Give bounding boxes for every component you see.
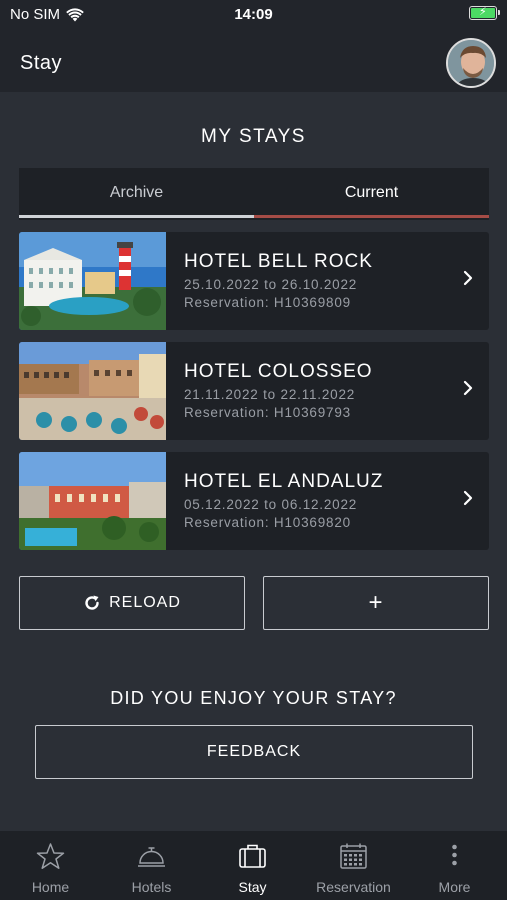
tabbar-item-more[interactable]: More [404, 831, 505, 900]
more-icon [452, 844, 457, 866]
user-avatar[interactable] [446, 38, 496, 88]
reload-label: RELOAD [109, 594, 181, 611]
tabbar-item-home[interactable]: Home [0, 831, 101, 900]
feedback-button[interactable]: FEEDBACK [35, 725, 473, 779]
tabbar-item-stay[interactable]: Stay [202, 831, 303, 900]
hotel-name: HOTEL BELL ROCK [184, 251, 373, 272]
hotel-el-andaluz-image [19, 452, 166, 550]
chevron-right-icon [463, 490, 473, 506]
tabbar-label: More [438, 879, 471, 895]
hotel-reservation: Reservation: H10369793 [184, 405, 351, 420]
tab-archive[interactable]: Archive [19, 168, 254, 218]
section-title: MY STAYS [201, 126, 306, 147]
hotel-card-el-andaluz[interactable]: HOTEL EL ANDALUZ 05.12.2022 to 06.12.202… [19, 452, 489, 550]
tabbar-label: Home [31, 879, 70, 895]
status-time: 14:09 [234, 6, 273, 23]
hotel-name: HOTEL COLOSSEO [184, 361, 373, 382]
tabbar-label: Reservation [316, 879, 391, 895]
hotel-name: HOTEL EL ANDALUZ [184, 471, 384, 492]
hotel-dates: 25.10.2022 to 26.10.2022 [184, 277, 358, 292]
app-header: Stay [0, 34, 507, 92]
tabbar-item-hotels[interactable]: Hotels [101, 831, 202, 900]
status-bar: No SIM 14:09 ⚡ [0, 0, 507, 34]
hotel-reservation: Reservation: H10369820 [184, 515, 351, 530]
suitcase-icon [239, 844, 266, 868]
battery-charging-icon: ⚡ [469, 6, 500, 20]
bell-icon [138, 847, 165, 867]
add-label: + [368, 589, 384, 616]
chevron-right-icon [463, 270, 473, 286]
hotel-colosseo-image [19, 342, 166, 440]
tab-archive-underline [19, 215, 254, 218]
add-stay-button[interactable]: + [263, 576, 489, 630]
hotel-dates: 05.12.2022 to 06.12.2022 [184, 497, 358, 512]
calendar-icon [340, 843, 367, 869]
bottom-tab-bar: Home Hotels Stay Reservation More [0, 831, 507, 900]
reload-icon [85, 595, 99, 610]
tabbar-label: Hotels [131, 879, 172, 895]
tabbar-item-reservation[interactable]: Reservation [303, 831, 404, 900]
stays-tabs: Archive Current [19, 168, 489, 220]
tabbar-label: Stay [238, 879, 267, 895]
hotel-card-colosseo[interactable]: HOTEL COLOSSEO 21.11.2022 to 22.11.2022 … [19, 342, 489, 440]
hotel-reservation: Reservation: H10369809 [184, 295, 351, 310]
feedback-question: DID YOU ENJOY YOUR STAY? [110, 688, 397, 708]
hotel-bell-rock-image [19, 232, 166, 330]
star-icon [36, 843, 65, 869]
chevron-right-icon [463, 380, 473, 396]
feedback-label: FEEDBACK [206, 743, 302, 760]
avatar-image [448, 40, 494, 86]
tab-current[interactable]: Current [254, 168, 489, 218]
hotel-card-bell-rock[interactable]: HOTEL BELL ROCK 25.10.2022 to 26.10.2022… [19, 232, 489, 330]
page-title: Stay [20, 52, 63, 74]
reload-button[interactable]: RELOAD [19, 576, 245, 630]
hotel-dates: 21.11.2022 to 22.11.2022 [184, 387, 356, 402]
tab-current-underline [254, 215, 489, 218]
